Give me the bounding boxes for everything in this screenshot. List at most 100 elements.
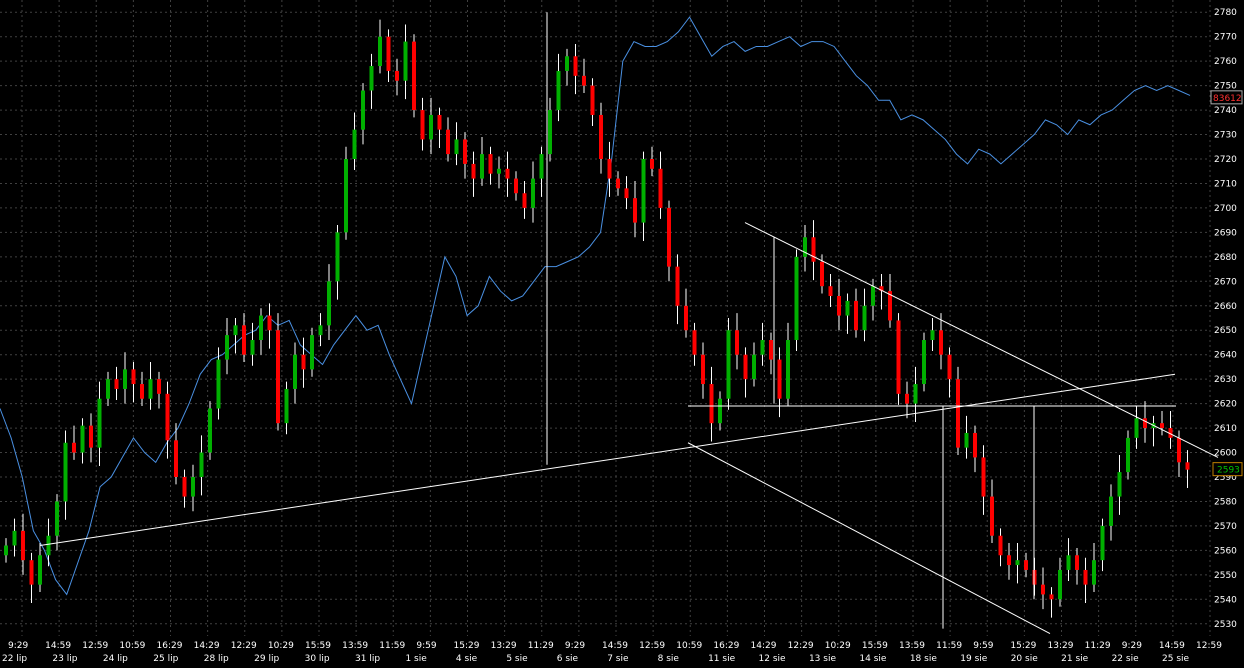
price-tick-label: 2600: [1214, 449, 1237, 459]
candle-up: [454, 139, 459, 155]
time-tick-label: 14:59: [45, 641, 71, 651]
candle-down: [769, 340, 773, 360]
candle-down: [947, 354, 952, 380]
candle-up: [233, 325, 238, 336]
candle-down: [692, 330, 697, 355]
time-tick-label: 14:59: [602, 641, 628, 651]
time-tick-label: 12:59: [639, 641, 665, 651]
candle-up: [862, 305, 867, 331]
candle-down: [675, 266, 680, 306]
candle-up: [63, 442, 68, 502]
candle-up: [922, 340, 926, 385]
date-tick-label: 18 sie: [910, 654, 938, 664]
price-tick-label: 2720: [1214, 155, 1237, 165]
candle-down: [505, 168, 510, 179]
candle-up: [148, 379, 153, 399]
candle-down: [624, 188, 629, 199]
candle-down: [29, 560, 34, 585]
time-tick-label: 13:59: [899, 641, 925, 651]
candle-down: [140, 384, 144, 399]
price-tick-label: 2640: [1214, 351, 1237, 361]
candle-down: [395, 70, 399, 81]
candle-down: [854, 300, 858, 331]
candle-down: [735, 330, 739, 355]
price-tick-label: 2740: [1214, 106, 1237, 116]
date-tick-label: 25 sie: [1162, 654, 1190, 664]
candle-down: [684, 305, 688, 331]
candle-down: [811, 237, 816, 262]
date-tick-label: 1 sie: [405, 654, 427, 664]
candle-up: [760, 340, 765, 355]
candle-up: [97, 398, 102, 448]
date-tick-label: 8 sie: [658, 654, 680, 664]
candle-up: [378, 36, 382, 67]
candle-down: [21, 530, 25, 561]
candle-up: [1058, 569, 1062, 600]
date-tick-label: 24 lip: [103, 654, 128, 664]
candle-down: [590, 85, 595, 115]
time-tick-label: 11:29: [528, 641, 554, 651]
candle-up: [46, 535, 51, 556]
candle-down: [276, 330, 280, 424]
candle-up: [794, 256, 799, 341]
candle-up: [80, 425, 85, 453]
candle-down: [412, 41, 416, 111]
candle-up: [259, 315, 263, 341]
price-tick-label: 2630: [1214, 375, 1237, 385]
time-tick-label: 13:59: [342, 641, 368, 651]
date-tick-label: 31 lip: [355, 654, 380, 664]
price-tick-label: 2580: [1214, 497, 1237, 507]
candle-up: [403, 41, 408, 81]
date-tick-label: 29 lip: [254, 654, 279, 664]
candle-down: [973, 432, 977, 458]
candle-down: [1160, 423, 1164, 429]
candle-up: [191, 477, 195, 497]
candle-up: [871, 286, 875, 306]
candle-down: [1185, 462, 1190, 470]
price-tick-label: 2610: [1214, 424, 1237, 434]
time-tick-label: 14:29: [751, 641, 777, 651]
price-tick-label: 2770: [1214, 33, 1237, 43]
candle-up: [284, 388, 289, 424]
time-tick-label: 9:59: [416, 641, 436, 651]
price-tick-label: 2700: [1214, 204, 1237, 214]
time-tick-label: 10:29: [268, 641, 294, 651]
candle-up: [123, 369, 127, 389]
time-tick-label: 12:59: [1196, 641, 1222, 651]
candle-down: [820, 261, 824, 287]
time-tick-label: 13:29: [1048, 641, 1074, 651]
time-tick-label: 15:29: [454, 641, 480, 651]
candle-down: [165, 393, 170, 441]
price-tick-label: 2530: [1214, 620, 1237, 630]
last-price-text: 2593: [1217, 466, 1240, 476]
time-tick-label: 12:29: [231, 641, 257, 651]
stock-chart[interactable]: 2530 2540 2550 2560 2570 2580 2590 2600 2610 2620…: [0, 0, 1244, 664]
candle-up: [539, 154, 544, 179]
candle-down: [939, 330, 943, 355]
candle-down: [981, 457, 986, 497]
candle-up: [556, 70, 561, 111]
candle-down: [446, 129, 450, 155]
candle-up: [318, 325, 323, 336]
candle-down: [488, 154, 493, 174]
candle-up: [199, 452, 204, 477]
candle-up: [1066, 555, 1071, 570]
candle-down: [386, 36, 391, 71]
date-tick-label: 5 sie: [506, 654, 528, 664]
date-tick-label: 23 lip: [52, 654, 77, 664]
candle-down: [650, 159, 654, 169]
candle-up: [12, 530, 17, 546]
time-tick-label: 13:29: [491, 641, 517, 651]
candle-up: [497, 168, 501, 174]
date-tick-label: 12 sie: [759, 654, 787, 664]
candle-up: [726, 330, 731, 399]
candle-down: [607, 159, 612, 179]
candle-down: [633, 198, 637, 223]
candle-down: [471, 163, 476, 179]
time-tick-label: 11:29: [1085, 641, 1111, 651]
candle-down: [667, 207, 671, 267]
price-chart-svg[interactable]: 2530254025502560257025802590260026102620…: [0, 0, 1244, 664]
candle-down: [131, 369, 136, 385]
candle-down: [990, 496, 994, 536]
date-tick-label: 7 sie: [607, 654, 629, 664]
